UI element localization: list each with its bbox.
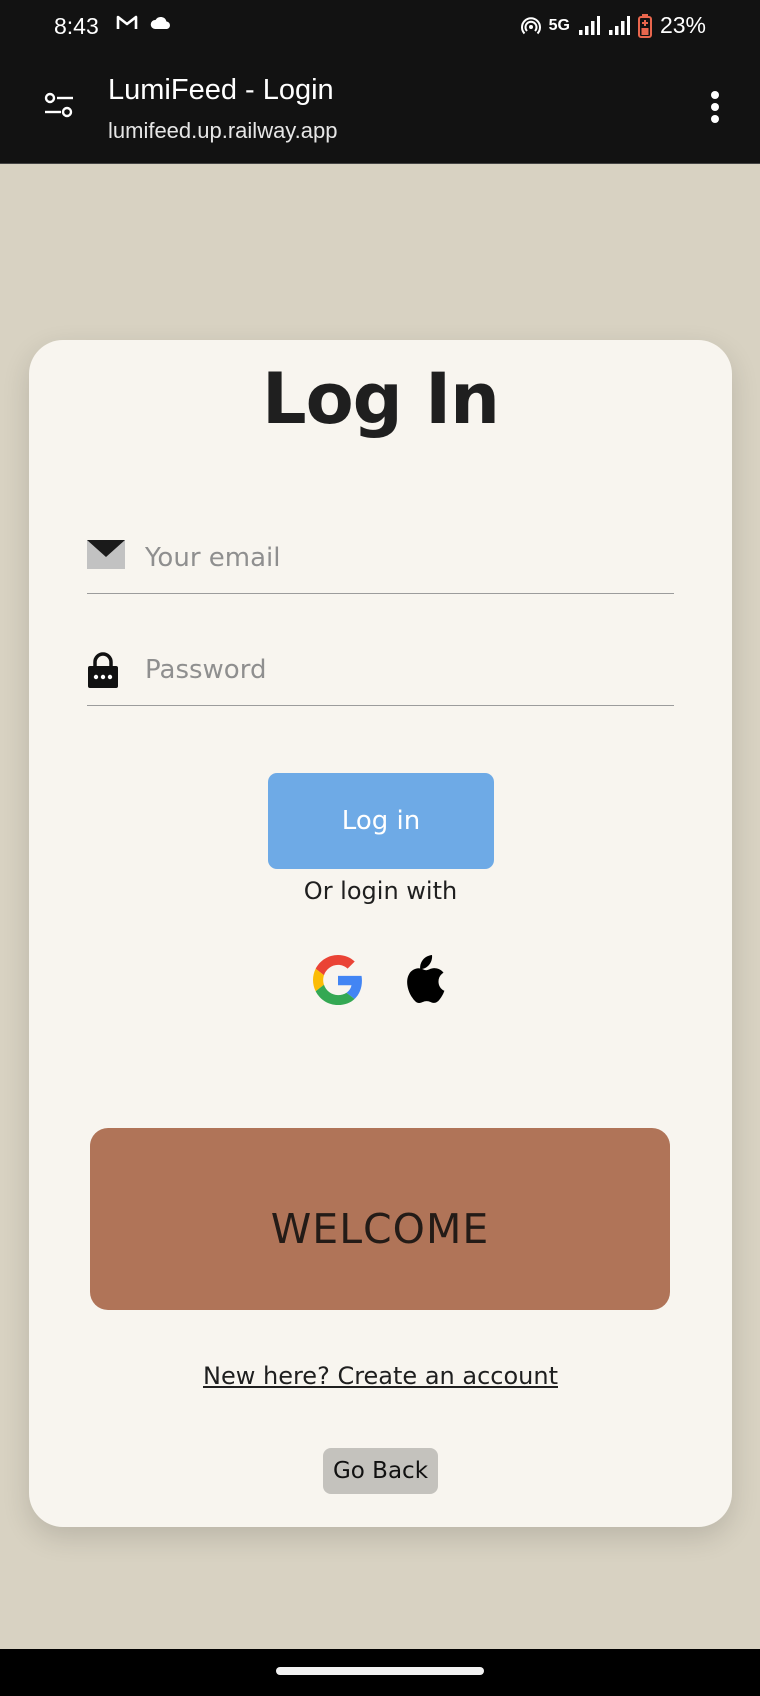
apple-login-button[interactable] <box>398 954 450 1006</box>
navigation-bar <box>0 1649 760 1696</box>
site-settings-icon[interactable] <box>44 92 74 118</box>
email-input[interactable] <box>145 538 665 578</box>
hotspot-icon <box>520 16 541 34</box>
battery-percent: 23% <box>659 12 706 38</box>
password-field <box>87 634 674 706</box>
google-icon <box>312 955 362 1005</box>
go-back-button[interactable]: Go Back <box>323 1448 438 1494</box>
login-button[interactable]: Log in <box>268 773 494 869</box>
email-field <box>87 522 674 594</box>
status-bar: 8:43 5G 23% <box>0 0 760 52</box>
network-type-label: 5G <box>548 16 570 34</box>
status-right-group: 5G 23% <box>520 12 706 39</box>
or-login-with-label: Or login with <box>303 877 458 905</box>
battery-icon <box>637 13 652 38</box>
signal-icon <box>578 15 600 35</box>
more-vert-icon[interactable] <box>710 90 720 124</box>
browser-page-title: LumiFeed - Login <box>108 74 334 106</box>
cloud-icon <box>150 17 170 29</box>
page-title: Log In <box>261 358 500 440</box>
home-indicator[interactable] <box>276 1667 484 1675</box>
envelope-icon <box>87 540 125 569</box>
social-login-group <box>29 954 732 1006</box>
status-time: 8:43 <box>54 13 99 39</box>
browser-url[interactable]: lumifeed.up.railway.app <box>108 118 338 144</box>
welcome-banner: WELCOME <box>90 1128 670 1310</box>
login-card: Log In Log in Or login with <box>29 340 732 1527</box>
gmail-icon <box>116 15 138 29</box>
lock-icon <box>88 652 118 688</box>
status-notification-icons <box>116 14 172 31</box>
create-account-link[interactable]: New here? Create an account <box>29 1362 732 1390</box>
google-login-button[interactable] <box>312 954 364 1006</box>
browser-toolbar: LumiFeed - Login lumifeed.up.railway.app <box>0 52 760 164</box>
welcome-text: WELCOME <box>270 1205 490 1253</box>
password-input[interactable] <box>145 650 665 690</box>
apple-icon <box>406 955 444 1004</box>
signal-icon-secondary <box>608 15 630 35</box>
